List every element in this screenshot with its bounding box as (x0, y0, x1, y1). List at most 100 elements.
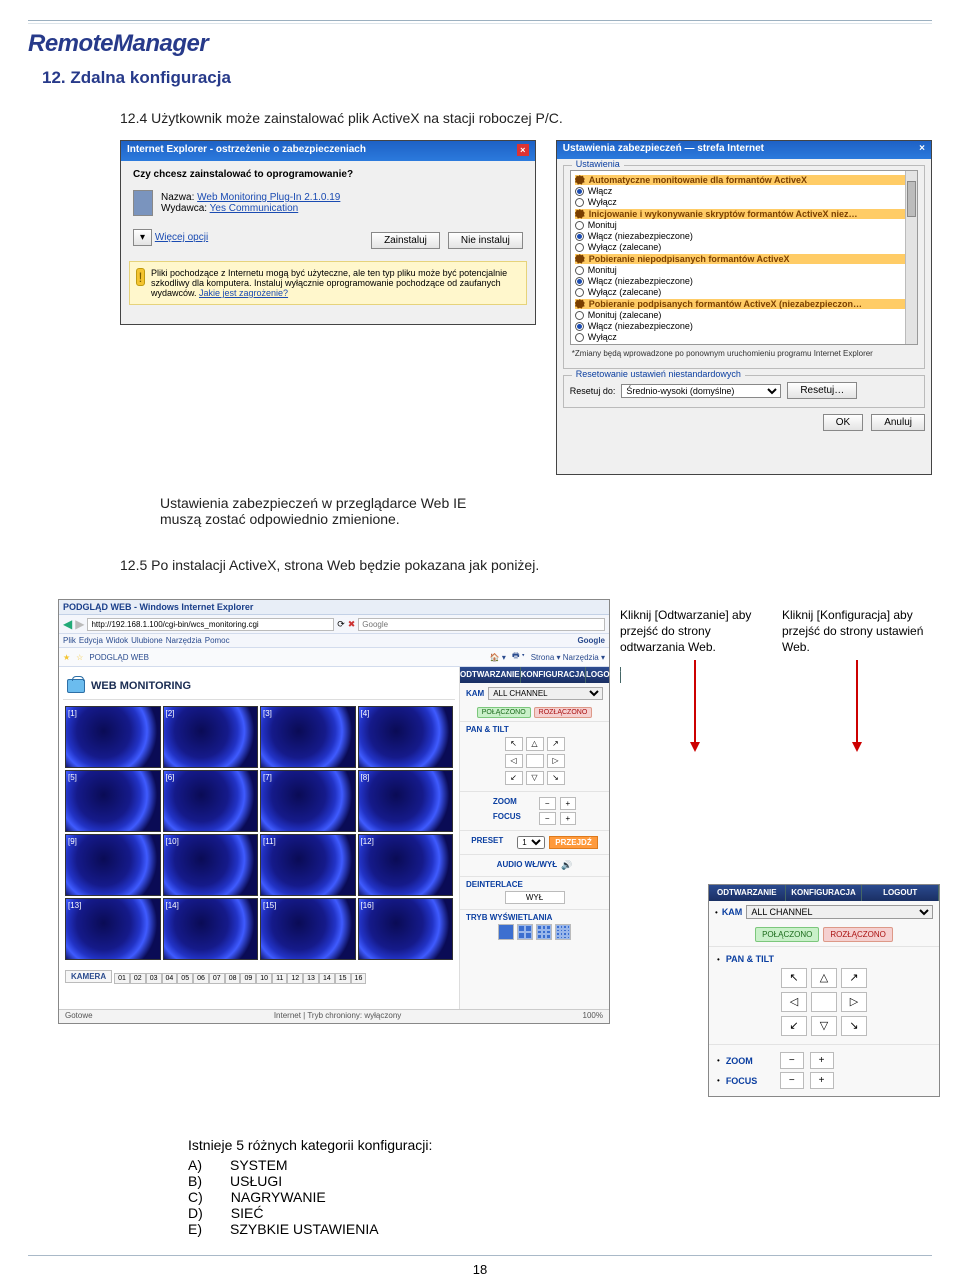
ptz-up-right[interactable]: ↗ (547, 737, 565, 751)
ptz-up[interactable]: △ (811, 968, 837, 988)
ptz-up-right[interactable]: ↗ (841, 968, 867, 988)
channel-cell[interactable]: [13] (65, 898, 161, 960)
risk-link[interactable]: Jakie jest zagrożenie? (199, 288, 288, 298)
tab-logout[interactable]: LOGOUT (862, 885, 939, 901)
settings-list[interactable]: Automatyczne monitowanie dla formantów A… (570, 170, 918, 345)
print-icon[interactable]: 🖶 ▾ (512, 650, 525, 664)
search-input[interactable] (358, 618, 605, 631)
layout-4[interactable] (517, 924, 533, 940)
channel-cell[interactable]: [4] (358, 706, 454, 768)
plugin-name-link[interactable]: Web Monitoring Plug-In 2.1.0.19 (197, 192, 340, 203)
stop-icon[interactable]: ✖ (348, 619, 356, 630)
channel-select[interactable]: ALL CHANNEL (488, 687, 603, 700)
zoom-out-button[interactable]: − (539, 797, 556, 810)
channel-cell[interactable]: [2] (163, 706, 259, 768)
menu-favorites[interactable]: Ulubione (131, 636, 163, 645)
camera-button[interactable]: 15 (335, 973, 351, 984)
ptz-up-left[interactable]: ↖ (505, 737, 523, 751)
zoom-out-button[interactable]: − (780, 1052, 804, 1069)
ok-button[interactable]: OK (823, 414, 863, 431)
address-bar[interactable] (87, 618, 334, 631)
page-menu[interactable]: Strona ▾ Narzędzia ▾ (531, 653, 605, 662)
preset-select[interactable]: 1 (517, 836, 545, 849)
tab-label[interactable]: PODGLĄD WEB (89, 653, 149, 662)
more-options-link[interactable]: Więcej opcji (155, 232, 208, 243)
camera-button[interactable]: 16 (351, 973, 367, 984)
reset-button[interactable]: Resetuj… (787, 382, 857, 399)
back-icon[interactable]: ◀ (63, 617, 72, 631)
home-icon[interactable]: 🏠 ▾ (490, 653, 506, 662)
preset-go-button[interactable]: PRZEJDŹ (549, 836, 597, 849)
ptz-down-right[interactable]: ↘ (841, 1016, 867, 1036)
chevron-down-icon[interactable]: ▾ (133, 229, 152, 246)
ptz-right[interactable]: ▷ (841, 992, 867, 1012)
tab-odtwarzanie[interactable]: ODTWARZANIE (709, 885, 786, 901)
camera-button[interactable]: 07 (209, 973, 225, 984)
menu-help[interactable]: Pomoc (205, 636, 230, 645)
radio-button[interactable] (575, 232, 584, 241)
camera-button[interactable]: 01 (114, 973, 130, 984)
deinterlace-button[interactable]: WYŁ (505, 891, 565, 904)
camera-button[interactable]: 12 (287, 973, 303, 984)
camera-button[interactable]: 06 (193, 973, 209, 984)
channel-cell[interactable]: [7] (260, 770, 356, 832)
tab-konfiguracja[interactable]: KONFIGURACJA (786, 885, 863, 901)
reset-level-select[interactable]: Średnio-wysoki (domyślne) (621, 384, 781, 398)
camera-button[interactable]: 13 (303, 973, 319, 984)
ptz-center[interactable] (811, 992, 837, 1012)
radio-button[interactable] (575, 333, 584, 342)
speaker-icon[interactable]: 🔊 (561, 860, 572, 871)
channel-cell[interactable]: [9] (65, 834, 161, 896)
zoom-in-button[interactable]: + (560, 797, 577, 810)
ptz-up-left[interactable]: ↖ (781, 968, 807, 988)
camera-button[interactable]: 04 (162, 973, 178, 984)
radio-button[interactable] (575, 322, 584, 331)
close-icon[interactable]: × (919, 143, 925, 157)
radio-button[interactable] (575, 198, 584, 207)
radio-button[interactable] (575, 266, 584, 275)
focus-plus-button[interactable]: + (560, 812, 577, 825)
star-icon[interactable]: ★ (63, 653, 70, 662)
dont-install-button[interactable]: Nie instaluj (448, 232, 523, 249)
camera-button[interactable]: 03 (146, 973, 162, 984)
channel-cell[interactable]: [1] (65, 706, 161, 768)
channel-cell[interactable]: [11] (260, 834, 356, 896)
radio-button[interactable] (575, 221, 584, 230)
channel-cell[interactable]: [14] (163, 898, 259, 960)
radio-button[interactable] (575, 311, 584, 320)
camera-button[interactable]: 11 (272, 973, 287, 984)
channel-cell[interactable]: [15] (260, 898, 356, 960)
layout-9[interactable] (536, 924, 552, 940)
install-button[interactable]: Zainstaluj (371, 232, 440, 249)
menu-file[interactable]: Plik (63, 636, 76, 645)
channel-cell[interactable]: [16] (358, 898, 454, 960)
scrollbar[interactable] (905, 171, 917, 344)
menu-edit[interactable]: Edycja (79, 636, 103, 645)
tab-konfiguracja[interactable]: KONFIGURACJA (521, 667, 586, 683)
focus-minus-button[interactable]: − (780, 1072, 804, 1089)
ptz-left[interactable]: ◁ (505, 754, 523, 768)
ptz-up[interactable]: △ (526, 737, 544, 751)
ptz-left[interactable]: ◁ (781, 992, 807, 1012)
ptz-center[interactable] (526, 754, 544, 768)
ptz-right[interactable]: ▷ (547, 754, 565, 768)
layout-16[interactable] (555, 924, 571, 940)
camera-button[interactable]: 10 (256, 973, 272, 984)
channel-cell[interactable]: [10] (163, 834, 259, 896)
channel-cell[interactable]: [6] (163, 770, 259, 832)
star-add-icon[interactable]: ☆ (76, 653, 83, 662)
channel-cell[interactable]: [5] (65, 770, 161, 832)
channel-cell[interactable]: [8] (358, 770, 454, 832)
cancel-button[interactable]: Anuluj (871, 414, 925, 431)
tab-odtwarzanie[interactable]: ODTWARZANIE (460, 667, 521, 683)
channel-select[interactable]: ALL CHANNEL (746, 905, 933, 919)
ptz-down[interactable]: ▽ (526, 771, 544, 785)
forward-icon[interactable]: ▶ (75, 617, 84, 631)
tab-logout[interactable]: LOGOUT (586, 667, 621, 683)
channel-cell[interactable]: [12] (358, 834, 454, 896)
ptz-down-left[interactable]: ↙ (505, 771, 523, 785)
camera-button[interactable]: 14 (319, 973, 335, 984)
layout-1[interactable] (498, 924, 514, 940)
focus-minus-button[interactable]: − (539, 812, 556, 825)
ptz-down[interactable]: ▽ (811, 1016, 837, 1036)
